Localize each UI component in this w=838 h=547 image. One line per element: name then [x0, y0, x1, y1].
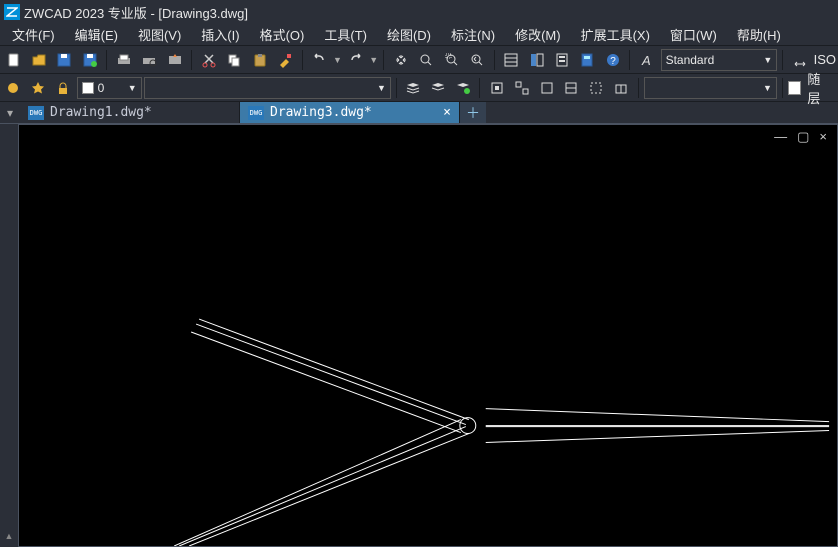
- menu-dim[interactable]: 标注(N): [441, 23, 505, 46]
- menu-window[interactable]: 窗口(W): [660, 23, 727, 46]
- svg-text:?: ?: [610, 56, 616, 67]
- publish-button[interactable]: [163, 48, 186, 72]
- menu-modify[interactable]: 修改(M): [505, 23, 571, 46]
- menu-file[interactable]: 文件(F): [2, 23, 65, 46]
- zoom-prev-button[interactable]: [465, 48, 488, 72]
- toolbar-standard: ▼ ▼ ? A Standard ▼ ISO: [0, 46, 838, 74]
- saveas-button[interactable]: [78, 48, 101, 72]
- title-bar: ZWCAD 2023 专业版 - [Drawing3.dwg]: [0, 0, 838, 24]
- layer-color-swatch: [82, 82, 94, 94]
- text-style-value: Standard: [666, 53, 715, 67]
- match-prop-button[interactable]: [273, 48, 296, 72]
- text-style-dropdown[interactable]: Standard ▼: [661, 49, 778, 71]
- menu-view[interactable]: 视图(V): [128, 23, 191, 46]
- scroll-up-icon[interactable]: ▲: [5, 531, 14, 541]
- layer-manager-button[interactable]: [402, 76, 425, 100]
- paste-button[interactable]: [248, 48, 271, 72]
- pan-button[interactable]: [389, 48, 412, 72]
- iso-label: ISO: [814, 52, 836, 67]
- dropdown-arrow-icon: ▼: [128, 83, 137, 93]
- dropdown-arrow-icon: ▼: [763, 55, 772, 65]
- copy-button[interactable]: [223, 48, 246, 72]
- cut-button[interactable]: [197, 48, 220, 72]
- left-gutter: ▲: [0, 124, 18, 547]
- block-button3[interactable]: [535, 76, 558, 100]
- close-tab-icon[interactable]: ×: [443, 105, 451, 120]
- undo-button[interactable]: [308, 48, 331, 72]
- svg-text:A: A: [641, 53, 651, 68]
- file-tab-label: Drawing1.dwg*: [50, 105, 152, 120]
- properties-button[interactable]: [500, 48, 523, 72]
- zoom-realtime-button[interactable]: [415, 48, 438, 72]
- layer-states-button[interactable]: [452, 76, 475, 100]
- layer-lock-button[interactable]: [52, 76, 75, 100]
- redo-button[interactable]: [344, 48, 367, 72]
- app-name: ZWCAD 2023 专业版: [24, 6, 147, 21]
- open-button[interactable]: [27, 48, 50, 72]
- redo-dropdown-icon[interactable]: ▼: [369, 55, 378, 65]
- block-button5[interactable]: [585, 76, 608, 100]
- menu-help[interactable]: 帮助(H): [727, 23, 791, 46]
- add-tab-button[interactable]: ＋: [460, 102, 486, 123]
- calc-button[interactable]: [576, 48, 599, 72]
- menu-insert[interactable]: 插入(I): [191, 23, 249, 46]
- plot-preview-button[interactable]: [138, 48, 161, 72]
- menu-tools[interactable]: 工具(T): [314, 23, 377, 46]
- dwg-icon: DWG: [248, 106, 264, 120]
- workspace: ▲ — ▢ ×: [0, 124, 838, 547]
- block-button1[interactable]: [485, 76, 508, 100]
- app-icon: [4, 4, 20, 20]
- doc-name: [Drawing3.dwg]: [158, 6, 248, 21]
- dropdown-arrow-icon: ▼: [377, 83, 386, 93]
- menu-format[interactable]: 格式(O): [250, 23, 315, 46]
- design-center-button[interactable]: [525, 48, 548, 72]
- drawing-content: [19, 125, 837, 546]
- layer-toggle1-button[interactable]: [2, 76, 25, 100]
- layer-state-dropdown[interactable]: ▼: [144, 77, 391, 99]
- linetype-dropdown[interactable]: ▼: [644, 77, 777, 99]
- tool-palettes-button[interactable]: [550, 48, 573, 72]
- text-style-icon[interactable]: A: [635, 48, 658, 72]
- app-title: ZWCAD 2023 专业版 - [Drawing3.dwg]: [24, 3, 248, 22]
- file-tab-drawing3[interactable]: DWG Drawing3.dwg* ×: [240, 102, 460, 123]
- undo-dropdown-icon[interactable]: ▼: [333, 55, 342, 65]
- plot-button[interactable]: [112, 48, 135, 72]
- menu-edit[interactable]: 编辑(E): [65, 23, 128, 46]
- layer-toggle2-button[interactable]: [27, 76, 50, 100]
- bylayer-label: 随层: [803, 69, 836, 107]
- tab-scroll-icon[interactable]: ▾: [0, 102, 20, 123]
- zoom-window-button[interactable]: [440, 48, 463, 72]
- help-button[interactable]: ?: [601, 48, 624, 72]
- layer-dropdown[interactable]: 0 ▼: [77, 77, 142, 99]
- drawing-canvas[interactable]: — ▢ ×: [18, 124, 838, 547]
- menu-ext[interactable]: 扩展工具(X): [571, 23, 660, 46]
- dwg-icon: DWG: [28, 106, 44, 120]
- menu-bar: 文件(F) 编辑(E) 视图(V) 插入(I) 格式(O) 工具(T) 绘图(D…: [0, 24, 838, 46]
- block-button6[interactable]: [610, 76, 633, 100]
- block-button4[interactable]: [560, 76, 583, 100]
- dropdown-arrow-icon: ▼: [763, 83, 772, 93]
- file-tab-label: Drawing3.dwg*: [270, 105, 372, 120]
- save-button[interactable]: [53, 48, 76, 72]
- layer-value: 0: [98, 81, 105, 95]
- block-button2[interactable]: [510, 76, 533, 100]
- color-swatch[interactable]: [788, 81, 801, 95]
- file-tab-bar: ▾ DWG Drawing1.dwg* DWG Drawing3.dwg* × …: [0, 102, 838, 124]
- file-tab-drawing1[interactable]: DWG Drawing1.dwg*: [20, 102, 240, 123]
- toolbar-layers: 0 ▼ ▼ ▼ 随层: [0, 74, 838, 102]
- new-button[interactable]: [2, 48, 25, 72]
- layer-prev-button[interactable]: [427, 76, 450, 100]
- menu-draw[interactable]: 绘图(D): [377, 23, 441, 46]
